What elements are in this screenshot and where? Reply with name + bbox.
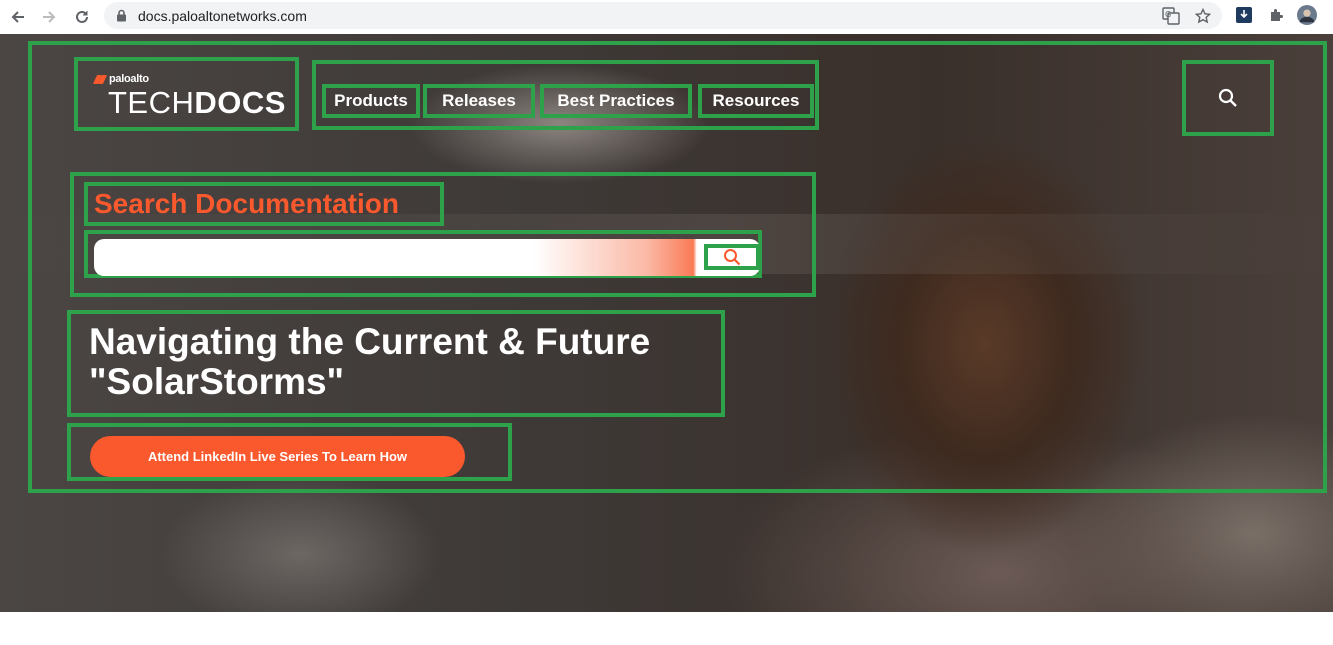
- paloalto-mark-icon: [92, 74, 108, 84]
- nav-item-releases[interactable]: Releases: [423, 84, 535, 118]
- techdocs-logo[interactable]: paloalto TECHDOCS: [74, 57, 299, 131]
- cta-region: Attend LinkedIn Live Series To Learn How: [67, 423, 512, 481]
- hero-headline-box: Navigating the Current & Future "SolarSt…: [67, 310, 725, 417]
- nav-item-label: Best Practices: [557, 91, 675, 110]
- translate-icon[interactable]: G: [1162, 7, 1180, 25]
- reload-icon[interactable]: [70, 5, 94, 29]
- header-search-button[interactable]: [1182, 60, 1274, 136]
- search-icon: [1218, 88, 1237, 107]
- download-icon[interactable]: [1234, 5, 1254, 25]
- star-icon[interactable]: [1194, 7, 1212, 25]
- techdocs-wordmark: TECHDOCS: [108, 85, 286, 121]
- hero-banner: paloalto TECHDOCS Products Releases Best…: [0, 34, 1333, 612]
- search-documentation-title: Search Documentation: [84, 182, 444, 226]
- profile-avatar[interactable]: [1297, 5, 1317, 25]
- search-submit-button[interactable]: [704, 244, 760, 270]
- headline-line-1: Navigating the Current & Future: [89, 321, 651, 362]
- back-arrow-icon[interactable]: [6, 5, 30, 29]
- hero-headline: Navigating the Current & Future "SolarSt…: [89, 322, 650, 402]
- search-icon: [724, 249, 741, 266]
- linkedin-live-cta-button[interactable]: Attend LinkedIn Live Series To Learn How: [90, 436, 465, 477]
- forward-arrow-icon[interactable]: [37, 5, 61, 29]
- wordmark-light: TECH: [108, 85, 195, 120]
- nav-item-products[interactable]: Products: [322, 84, 420, 118]
- headline-line-2: "SolarStorms": [89, 361, 345, 402]
- wordmark-bold: DOCS: [194, 85, 286, 120]
- address-bar[interactable]: docs.paloaltonetworks.com G: [104, 2, 1222, 29]
- nav-item-label: Products: [334, 91, 408, 110]
- main-navigation: Products Releases Best Practices Resourc…: [312, 60, 819, 130]
- svg-text:G: G: [1165, 10, 1171, 19]
- search-input[interactable]: [94, 239, 760, 276]
- page-below-fold: [0, 612, 1333, 645]
- paloalto-brand: paloalto: [92, 73, 149, 85]
- url-text[interactable]: docs.paloaltonetworks.com: [138, 8, 307, 24]
- brand-small-text: paloalto: [109, 73, 149, 85]
- nav-item-resources[interactable]: Resources: [698, 84, 814, 118]
- nav-item-best-practices[interactable]: Best Practices: [540, 84, 692, 118]
- browser-toolbar: docs.paloaltonetworks.com G: [0, 0, 1333, 34]
- lock-icon[interactable]: [116, 9, 127, 27]
- search-bar: [84, 230, 762, 278]
- nav-item-label: Releases: [442, 91, 516, 110]
- puzzle-icon[interactable]: [1266, 5, 1286, 25]
- nav-item-label: Resources: [712, 91, 800, 110]
- search-documentation-panel: Search Documentation: [70, 172, 816, 297]
